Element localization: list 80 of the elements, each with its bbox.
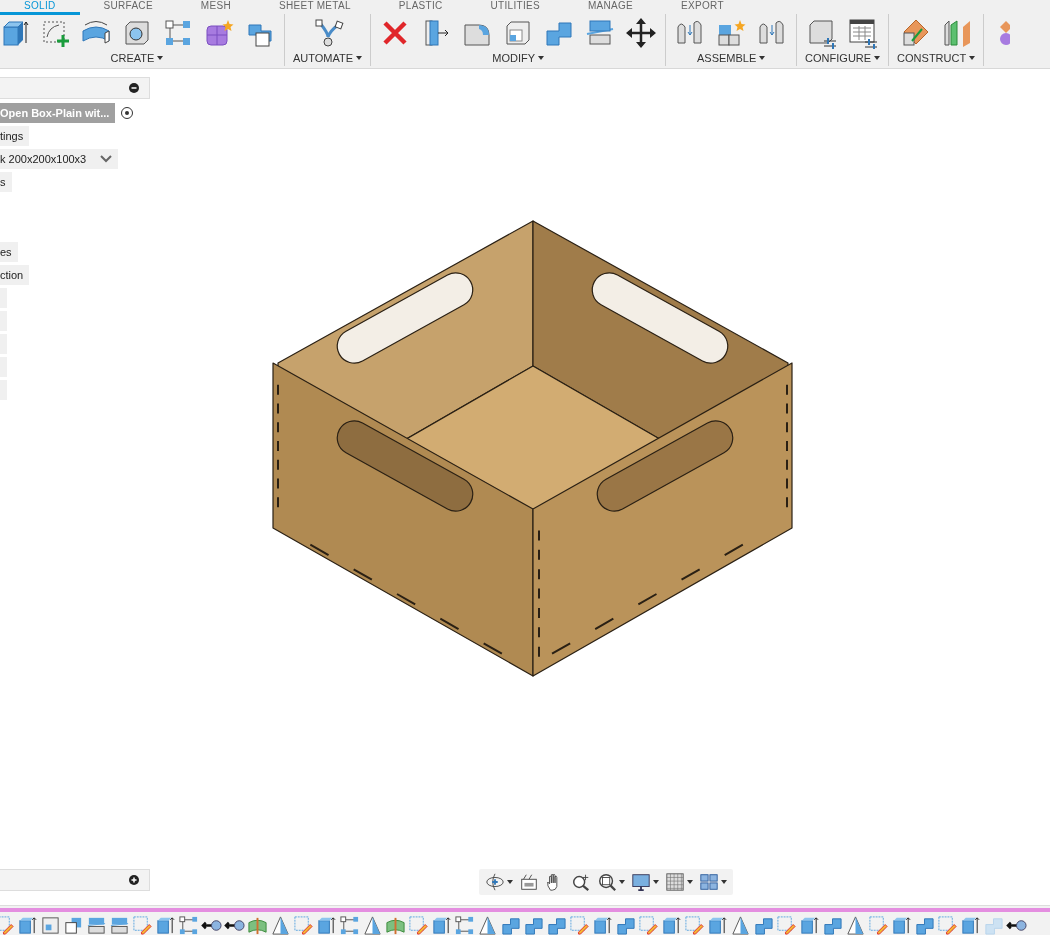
browser-item[interactable]: es [0, 242, 18, 262]
sketch-pencil-icon[interactable] [868, 915, 889, 935]
caret-icon[interactable] [687, 880, 693, 884]
box-arrow-icon[interactable] [592, 915, 613, 935]
look-at-icon[interactable] [519, 872, 539, 892]
browser-item[interactable]: ction [0, 265, 30, 285]
stacked-cubes-icon[interactable] [500, 915, 521, 935]
browser-item[interactable]: s [0, 172, 12, 192]
table-sliders-icon[interactable] [847, 17, 880, 49]
caret-icon [969, 56, 976, 60]
caret-icon [157, 56, 164, 60]
toolbar-group-menu[interactable]: MODIFY [492, 52, 544, 66]
shell-icon[interactable] [40, 915, 61, 935]
caret-icon[interactable] [507, 880, 513, 884]
orbit-icon[interactable] [485, 872, 505, 892]
stacked-cubes-icon[interactable] [615, 915, 636, 935]
stacked-cubes-icon[interactable] [753, 915, 774, 935]
browser-item[interactable]: tings [0, 126, 30, 146]
split-body-icon[interactable] [86, 915, 107, 935]
sketch-pencil-icon[interactable] [937, 915, 958, 935]
workspace-tab[interactable]: UTILITIES [466, 0, 564, 15]
caret-icon[interactable] [721, 880, 727, 884]
caret-icon[interactable] [619, 880, 625, 884]
cube-sliders-icon[interactable] [806, 17, 839, 49]
workspace-tab[interactable]: MESH [176, 0, 255, 15]
toolbar-group-menu[interactable]: CONSTRUCT [897, 52, 976, 66]
box-arrow-icon[interactable] [316, 915, 337, 935]
caret-icon [356, 56, 363, 60]
workspace-tab[interactable]: SURFACE [79, 0, 177, 15]
surface-icon[interactable] [385, 915, 406, 935]
triangle-icon[interactable] [730, 915, 751, 935]
triangle-icon[interactable] [270, 915, 291, 935]
workspace-tab[interactable]: EXPORT [657, 0, 748, 15]
caret-icon [538, 56, 544, 60]
stacked-cubes-icon[interactable] [523, 915, 544, 935]
toolbar-group-menu[interactable]: CONFIGURE [805, 52, 881, 66]
box-arrow-icon[interactable] [891, 915, 912, 935]
caret-icon [759, 56, 766, 60]
workspace-tab[interactable]: MANAGE [563, 0, 658, 15]
workspace-tab[interactable]: SHEET METAL [254, 0, 375, 15]
box-arrow-icon[interactable] [431, 915, 452, 935]
sketch-pencil-icon[interactable] [293, 915, 314, 935]
triangle-icon[interactable] [845, 915, 866, 935]
sketch-pencil-icon[interactable] [776, 915, 797, 935]
stacked-cubes-icon[interactable] [546, 915, 567, 935]
stacked-cubes-icon[interactable] [822, 915, 843, 935]
toolbar-group-menu[interactable]: CREATE [110, 52, 164, 66]
box-arrow-icon[interactable] [799, 915, 820, 935]
box-arrow-icon[interactable] [17, 915, 38, 935]
box-arrow-icon[interactable] [707, 915, 728, 935]
browser-item[interactable]: k 200x200x100x3 [0, 149, 119, 169]
triangle-icon[interactable] [362, 915, 383, 935]
box-arrow-icon[interactable] [155, 915, 176, 935]
sketch-pencil-icon[interactable] [408, 915, 429, 935]
display-icon[interactable] [631, 872, 651, 892]
square-nodes-icon[interactable] [178, 915, 199, 935]
square-nodes-icon[interactable] [454, 915, 475, 935]
zoom-window-icon[interactable] [597, 872, 617, 892]
square-nodes-icon[interactable] [339, 915, 360, 935]
caret-icon [874, 56, 881, 60]
chevron-down-icon [100, 155, 113, 163]
stacked-cubes-icon[interactable] [914, 915, 935, 935]
sketch-pencil-icon[interactable] [638, 915, 659, 935]
sketch-pencil-icon[interactable] [569, 915, 590, 935]
viewports-icon[interactable] [699, 872, 719, 892]
box-arrow-icon[interactable] [960, 915, 981, 935]
toolbar-group-menu[interactable]: ASSEMBLE [696, 52, 766, 66]
box-arrow-icon[interactable] [661, 915, 682, 935]
plus-icon[interactable] [129, 875, 139, 885]
sketch-pencil-icon[interactable] [132, 915, 153, 935]
triangle-icon[interactable] [477, 915, 498, 935]
sketch-pencil-icon[interactable] [684, 915, 705, 935]
collapse-icon[interactable] [129, 83, 139, 93]
toolbar-group-menu[interactable]: AUTOMATE [293, 52, 363, 66]
split-body-icon[interactable] [109, 915, 130, 935]
workspace-tab[interactable]: PLASTIC [374, 0, 467, 15]
caret-icon[interactable] [653, 880, 659, 884]
zoom-icon[interactable] [571, 872, 591, 892]
outline-cubes-icon[interactable] [63, 915, 84, 935]
move-icon[interactable] [625, 17, 658, 49]
